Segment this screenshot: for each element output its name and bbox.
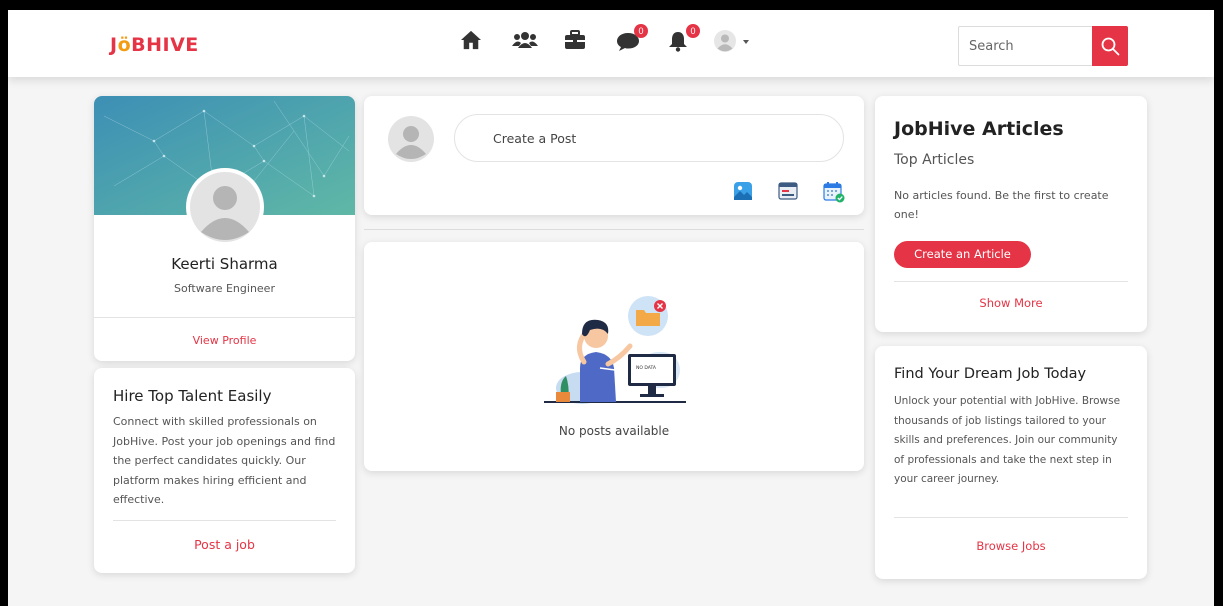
articles-empty-text: No articles found. Be the first to creat… xyxy=(894,189,1109,221)
feed-empty-card: NO DATA No posts available xyxy=(364,242,864,471)
hire-talent-card: Hire Top Talent Easily Connect with skil… xyxy=(94,368,355,573)
bell-icon xyxy=(669,32,687,52)
search-button[interactable] xyxy=(1092,26,1128,66)
layout-icon xyxy=(778,182,798,200)
nav-jobs[interactable] xyxy=(564,30,590,56)
briefcase-icon xyxy=(565,30,585,49)
hire-description: Connect with skilled professionals on Jo… xyxy=(113,415,336,506)
nav-messages[interactable]: 0 xyxy=(616,24,648,56)
articles-card: JobHive Articles Top Articles No article… xyxy=(875,96,1147,332)
search-input[interactable] xyxy=(959,27,1093,65)
nav-profile-menu[interactable] xyxy=(714,30,754,56)
show-more-link[interactable]: Show More xyxy=(875,296,1147,310)
post-job-link[interactable]: Post a job xyxy=(94,537,355,552)
user-avatar-icon xyxy=(714,30,736,52)
profile-divider xyxy=(94,317,355,318)
feed-divider xyxy=(364,229,864,230)
add-event-button[interactable] xyxy=(823,181,845,203)
profile-card: Keerti Sharma Software Engineer View Pro… xyxy=(94,96,355,361)
user-avatar xyxy=(388,116,434,162)
logo-letter-j: J xyxy=(110,34,118,56)
home-icon xyxy=(461,30,481,50)
add-article-button[interactable] xyxy=(778,181,798,201)
app-frame: JöBHIVE 0 0 Search Keerti Sharma Softwar… xyxy=(8,10,1214,606)
nav-network[interactable] xyxy=(512,30,538,56)
messages-badge: 0 xyxy=(634,24,648,38)
articles-divider xyxy=(894,281,1128,282)
articles-subtitle: Top Articles xyxy=(894,152,975,168)
dream-job-description: Unlock your potential with JobHive. Brow… xyxy=(894,395,1121,485)
notifications-badge: 0 xyxy=(686,24,700,38)
top-navbar: JöBHIVE 0 0 Search xyxy=(8,10,1214,77)
logo-letter-o: ö xyxy=(117,34,132,56)
logo-text-bhive: BHIVE xyxy=(131,34,199,56)
calendar-icon xyxy=(823,182,845,203)
search-bar xyxy=(958,26,1128,66)
browse-jobs-link[interactable]: Browse Jobs xyxy=(875,539,1147,553)
dream-job-title: Find Your Dream Job Today xyxy=(894,366,1087,382)
no-posts-text: No posts available xyxy=(558,424,670,438)
articles-title: JobHive Articles xyxy=(894,118,1064,140)
profile-name: Keerti Sharma xyxy=(171,255,278,273)
photo-icon xyxy=(734,182,752,200)
search-icon xyxy=(1101,37,1120,56)
add-photo-button[interactable] xyxy=(733,181,753,201)
jobhive-logo[interactable]: JöBHIVE xyxy=(110,34,199,56)
dream-divider xyxy=(894,517,1128,518)
no-data-screen-label: NO DATA xyxy=(636,365,657,371)
view-profile-link[interactable]: View Profile xyxy=(94,334,355,347)
profile-avatar[interactable] xyxy=(186,168,264,246)
dream-job-card: Find Your Dream Job Today Unlock your po… xyxy=(875,346,1147,579)
create-post-card xyxy=(364,96,864,215)
create-article-button[interactable]: Create an Article xyxy=(894,241,1031,268)
nav-home[interactable] xyxy=(460,30,486,56)
network-icon xyxy=(512,32,538,48)
no-data-illustration: NO DATA xyxy=(544,296,686,404)
create-post-input[interactable] xyxy=(454,114,844,162)
chevron-down-icon xyxy=(743,40,749,44)
hire-title: Hire Top Talent Easily xyxy=(113,387,272,405)
nav-notifications[interactable]: 0 xyxy=(668,24,700,56)
profile-role: Software Engineer xyxy=(174,282,275,295)
hire-divider xyxy=(113,520,336,521)
